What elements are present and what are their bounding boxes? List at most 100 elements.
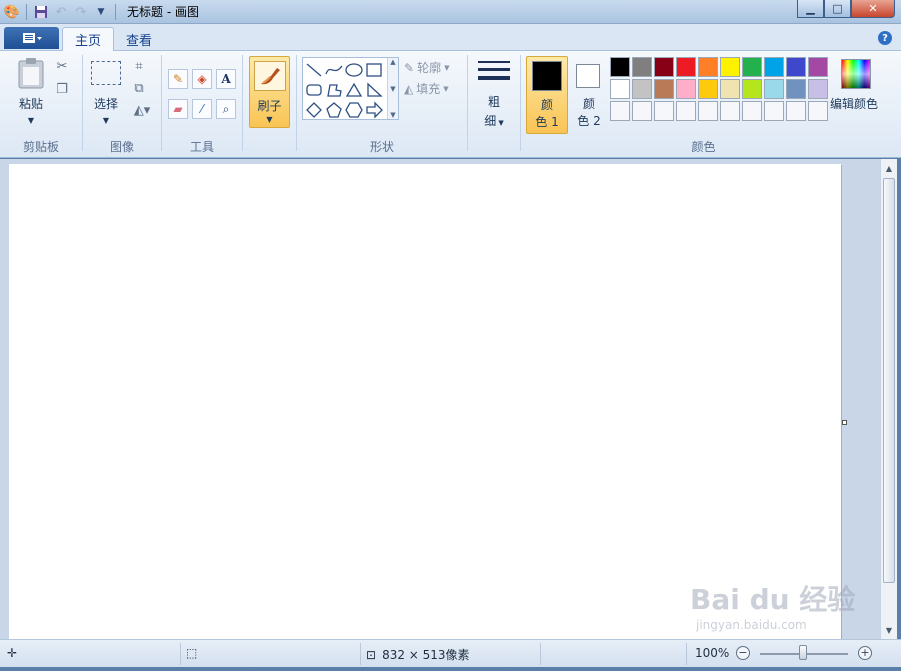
arrow-shape-icon[interactable] (365, 101, 383, 119)
color-picker-icon[interactable]: ⁄ (192, 99, 212, 119)
palette-swatch[interactable] (610, 57, 630, 77)
fill-dropdown-icon: ▼ (443, 84, 449, 93)
scrollbar-thumb[interactable] (883, 178, 895, 583)
rectangle-shape-icon[interactable] (365, 61, 383, 79)
palette-swatch[interactable] (808, 57, 828, 77)
drawing-canvas[interactable] (9, 164, 841, 639)
edit-colors-label[interactable]: 编辑颜色 (830, 95, 878, 112)
scroll-down-icon[interactable]: ▼ (390, 85, 395, 93)
scroll-down-arrow-icon[interactable]: ▼ (881, 622, 897, 638)
tab-view[interactable]: 查看 (114, 27, 164, 51)
edit-colors-icon[interactable] (841, 59, 871, 89)
scroll-up-arrow-icon[interactable]: ▲ (881, 160, 897, 176)
palette-swatch[interactable] (676, 57, 696, 77)
palette-swatch[interactable] (720, 79, 740, 99)
image-size-display: ⊡ 832 × 513像素 (366, 646, 470, 663)
palette-swatch[interactable] (764, 101, 784, 121)
undo-icon[interactable]: ↶ (53, 4, 69, 20)
palette-swatch[interactable] (698, 79, 718, 99)
palette-swatch[interactable] (742, 57, 762, 77)
paint-app-icon[interactable]: 🎨 (4, 4, 20, 20)
palette-swatch[interactable] (676, 79, 696, 99)
resize-icon[interactable]: ⧉ (130, 79, 148, 97)
shapes-scroll[interactable]: ▲ ▼ ▼ (387, 58, 398, 119)
canvas-resize-handle[interactable] (842, 420, 847, 425)
palette-swatch[interactable] (786, 79, 806, 99)
right-triangle-shape-icon[interactable] (365, 81, 383, 99)
palette-swatch[interactable] (764, 57, 784, 77)
save-icon[interactable] (33, 4, 49, 20)
magnifier-icon[interactable]: ⌕ (216, 99, 236, 119)
copy-icon[interactable]: ❐ (53, 80, 71, 98)
scroll-up-icon[interactable]: ▲ (390, 58, 395, 66)
zoom-in-button[interactable]: + (858, 646, 872, 660)
shapes-gallery[interactable]: ▲ ▼ ▼ (302, 57, 399, 120)
palette-swatch[interactable] (654, 79, 674, 99)
minimize-button[interactable]: ▁ (797, 0, 824, 18)
palette-swatch[interactable] (786, 57, 806, 77)
customize-qat-icon[interactable]: ▼ (93, 4, 109, 20)
paint-menu-button[interactable] (4, 27, 59, 49)
rotate-icon[interactable]: ◭▾ (128, 101, 156, 119)
group-separator (242, 55, 243, 151)
diamond-shape-icon[interactable] (305, 101, 323, 119)
rounded-rectangle-shape-icon[interactable] (305, 81, 323, 99)
line-shape-icon[interactable] (305, 61, 323, 79)
redo-icon[interactable]: ↷ (73, 4, 89, 20)
palette-swatch[interactable] (742, 101, 762, 121)
close-button[interactable]: ✕ (851, 0, 895, 18)
zoom-out-button[interactable]: − (736, 646, 750, 660)
color2-swatch (576, 64, 600, 88)
palette-swatch[interactable] (698, 101, 718, 121)
outline-button[interactable]: ✎ 轮廓 ▼ (404, 59, 449, 76)
expand-gallery-icon[interactable]: ▼ (390, 111, 395, 119)
palette-swatch[interactable] (676, 101, 696, 121)
curve-shape-icon[interactable] (325, 61, 343, 79)
palette-swatch[interactable] (632, 79, 652, 99)
brushes-dropdown-icon: ▼ (266, 115, 273, 124)
palette-swatch[interactable] (764, 79, 784, 99)
select-button[interactable]: 选择 ▼ (89, 61, 123, 125)
size-button[interactable]: 粗 细 ▼ (474, 59, 514, 129)
palette-swatch[interactable] (786, 101, 806, 121)
palette-swatch[interactable] (808, 101, 828, 121)
palette-swatch[interactable] (610, 79, 630, 99)
color1-button[interactable]: 颜 色 1 (526, 56, 568, 134)
color2-label-line2: 色 2 (577, 114, 601, 128)
palette-swatch[interactable] (654, 101, 674, 121)
help-icon[interactable]: ? (878, 31, 892, 45)
tab-home[interactable]: 主页 (62, 27, 115, 51)
palette-swatch[interactable] (610, 101, 630, 121)
palette-swatch[interactable] (632, 57, 652, 77)
watermark-url: jingyan.baidu.com (696, 618, 807, 632)
crop-icon[interactable]: ⌗ (130, 57, 148, 75)
pencil-icon[interactable]: ✎ (168, 69, 188, 89)
palette-swatch[interactable] (654, 57, 674, 77)
text-icon[interactable]: A (216, 69, 236, 89)
palette-swatch[interactable] (720, 101, 740, 121)
polygon-shape-icon[interactable] (325, 81, 343, 99)
palette-swatch[interactable] (632, 101, 652, 121)
select-dropdown-icon: ▼ (102, 116, 110, 125)
brushes-button[interactable]: 刷子 ▼ (249, 56, 290, 128)
pentagon-shape-icon[interactable] (325, 101, 343, 119)
paste-button[interactable]: 粘贴 ▼ (12, 57, 50, 125)
vertical-scrollbar[interactable]: ▲ ▼ (880, 159, 897, 639)
cursor-position-icon: ✛ (7, 646, 18, 660)
fill-button[interactable]: ◭ 填充 ▼ (404, 80, 449, 97)
hexagon-shape-icon[interactable] (345, 101, 363, 119)
palette-swatch[interactable] (720, 57, 740, 77)
eraser-icon[interactable]: ▰ (168, 99, 188, 119)
palette-swatch[interactable] (698, 57, 718, 77)
color2-button[interactable]: 颜 色 2 (572, 56, 606, 134)
palette-swatch[interactable] (808, 79, 828, 99)
cut-icon[interactable]: ✂ (53, 57, 71, 75)
tools-group-label: 工具 (189, 140, 214, 154)
maximize-button[interactable]: □ (824, 0, 851, 18)
oval-shape-icon[interactable] (345, 61, 363, 79)
palette-swatch[interactable] (742, 79, 762, 99)
outline-label: 轮廓 (417, 61, 442, 75)
triangle-shape-icon[interactable] (345, 81, 363, 99)
fill-bucket-icon[interactable]: ◈ (192, 69, 212, 89)
zoom-slider-thumb[interactable] (799, 645, 807, 660)
